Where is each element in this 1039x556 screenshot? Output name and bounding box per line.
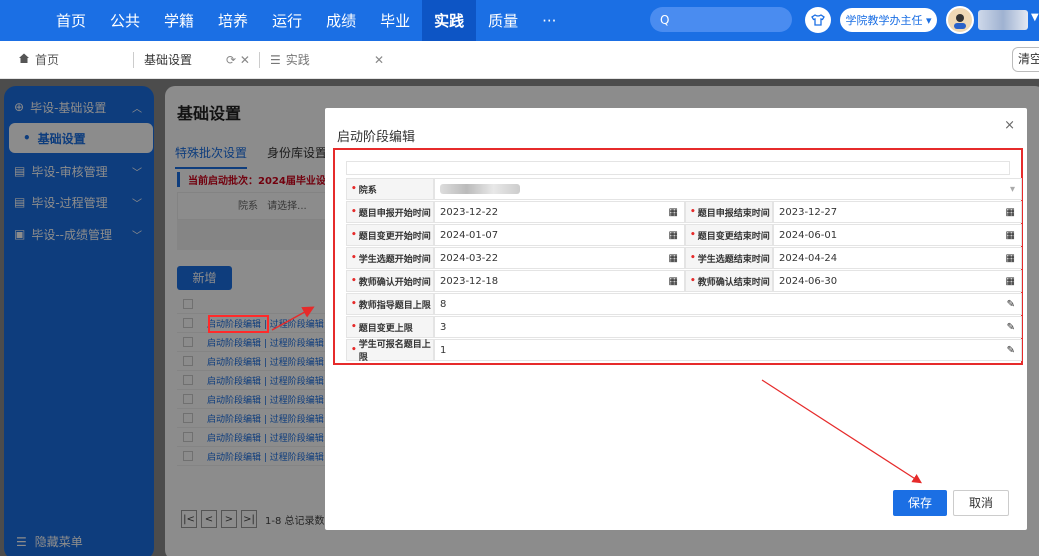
stage-edit-dialog: 启动阶段编辑 × • 院系 ▾ • 题目申报开始时间 2023-12-22 ▦ • 题目…: [325, 108, 1027, 530]
teacher-confirm-end-field[interactable]: 2024-06-30 ▦: [773, 270, 1022, 292]
change-max-field[interactable]: 3 ✎: [434, 316, 1022, 338]
tab-divider: [259, 52, 260, 68]
close-icon[interactable]: ✕: [240, 53, 250, 67]
search-input[interactable]: Q: [650, 7, 792, 32]
menu-lines-icon: ☰: [270, 52, 281, 67]
field-label: • 题目申报开始时间: [346, 201, 434, 223]
nav-item-graduation[interactable]: 毕业: [368, 0, 422, 41]
calendar-icon[interactable]: ▦: [1006, 207, 1015, 218]
user-name-blurred[interactable]: [978, 10, 1028, 30]
refresh-icon[interactable]: ⟳: [226, 53, 236, 67]
top-nav: 首页 公共 学籍 培养 运行 成绩 毕业 实践 质量 ··· Q 学院教学办主任…: [0, 0, 1039, 41]
form-row-dept: • 院系 ▾: [346, 178, 1022, 200]
tab-basic-controls: ⟳ ✕: [226, 53, 250, 67]
student-select-end-field[interactable]: 2024-04-24 ▦: [773, 247, 1022, 269]
dept-value-blurred: [440, 184, 520, 194]
pencil-icon[interactable]: ✎: [1007, 345, 1015, 356]
nav-item-practice[interactable]: 实践: [422, 0, 477, 41]
home-icon: [18, 52, 30, 67]
role-selector[interactable]: 学院教学办主任 ▾: [840, 8, 937, 32]
nav-item-status[interactable]: 学籍: [152, 0, 206, 41]
close-icon[interactable]: ✕: [374, 53, 384, 67]
avatar[interactable]: [946, 6, 974, 34]
nav-menu: 首页 公共 学籍 培养 运行 成绩 毕业 实践 质量 ···: [44, 0, 568, 41]
tab-practice[interactable]: ☰ 实践: [270, 51, 310, 68]
tab-home-label: 首页: [35, 53, 60, 67]
dept-select[interactable]: ▾: [434, 178, 1022, 200]
chevron-down-icon[interactable]: ▼: [1031, 12, 1039, 23]
student-max-field[interactable]: 1 ✎: [434, 339, 1022, 361]
nav-item-quality[interactable]: 质量: [476, 0, 530, 41]
annotation-form-frame: • 院系 ▾ • 题目申报开始时间 2023-12-22 ▦ • 题目申报结束时间 20…: [333, 148, 1023, 365]
form-spacer: [346, 161, 1010, 175]
form-row: • 学生选题开始时间 2024-03-22 ▦ • 学生选题结束时间 2024-04-…: [346, 247, 1022, 269]
form-row: • 教师确认开始时间 2023-12-18 ▦ • 教师确认结束时间 2024-06-…: [346, 270, 1022, 292]
nav-item-grades[interactable]: 成绩: [314, 0, 368, 41]
topic-change-start-field[interactable]: 2024-01-07 ▦: [434, 224, 685, 246]
pencil-icon[interactable]: ✎: [1007, 322, 1015, 333]
chevron-down-icon: ▾: [1009, 183, 1015, 195]
form-row: • 题目变更上限 3 ✎: [346, 316, 1022, 338]
field-label: • 教师指导题目上限: [346, 293, 434, 315]
teacher-max-field[interactable]: 8 ✎: [434, 293, 1022, 315]
field-label: • 题目变更上限: [346, 316, 434, 338]
dialog-title: 启动阶段编辑: [337, 130, 416, 145]
nav-item-public[interactable]: 公共: [98, 0, 152, 41]
form-row: • 学生可报名题目上限 1 ✎: [346, 339, 1022, 363]
topic-apply-start-field[interactable]: 2023-12-22 ▦: [434, 201, 685, 223]
skin-icon[interactable]: [805, 7, 831, 33]
tab-divider: [133, 52, 134, 68]
form-row: • 题目申报开始时间 2023-12-22 ▦ • 题目申报结束时间 2023-12-…: [346, 201, 1022, 223]
tab-home[interactable]: 首页: [18, 51, 59, 68]
nav-item-operation[interactable]: 运行: [260, 0, 314, 41]
form-row: • 教师指导题目上限 8 ✎: [346, 293, 1022, 315]
save-button[interactable]: 保存: [893, 490, 947, 516]
field-label: • 教师确认结束时间: [685, 270, 773, 292]
field-label: • 题目申报结束时间: [685, 201, 773, 223]
calendar-icon[interactable]: ▦: [1006, 230, 1015, 241]
tab-practice-label: 实践: [285, 53, 310, 67]
field-label: • 学生选题结束时间: [685, 247, 773, 269]
calendar-icon[interactable]: ▦: [669, 207, 678, 218]
field-label: • 题目变更结束时间: [685, 224, 773, 246]
annotation-highlight-box: [208, 315, 269, 333]
calendar-icon[interactable]: ▦: [1006, 253, 1015, 264]
close-icon[interactable]: ×: [1004, 118, 1015, 133]
calendar-icon[interactable]: ▦: [669, 253, 678, 264]
calendar-icon[interactable]: ▦: [669, 276, 678, 287]
field-label: • 院系: [346, 178, 434, 200]
field-label: • 教师确认开始时间: [346, 270, 434, 292]
cancel-button[interactable]: 取消: [953, 490, 1009, 516]
field-label: • 学生选题开始时间: [346, 247, 434, 269]
nav-more-button[interactable]: ···: [530, 0, 568, 41]
form-row: • 题目变更开始时间 2024-01-07 ▦ • 题目变更结束时间 2024-06-…: [346, 224, 1022, 246]
teacher-confirm-start-field[interactable]: 2023-12-18 ▦: [434, 270, 685, 292]
clear-tabs-button[interactable]: 清空: [1012, 47, 1039, 72]
field-label: • 题目变更开始时间: [346, 224, 434, 246]
tab-bar: 首页 基础设置 ⟳ ✕ ☰ 实践 ✕ 清空: [0, 41, 1039, 79]
nav-item-training[interactable]: 培养: [206, 0, 260, 41]
pencil-icon[interactable]: ✎: [1007, 299, 1015, 310]
field-label: • 学生可报名题目上限: [346, 339, 434, 363]
calendar-icon[interactable]: ▦: [1006, 276, 1015, 287]
topic-apply-end-field[interactable]: 2023-12-27 ▦: [773, 201, 1022, 223]
nav-item-home[interactable]: 首页: [44, 0, 98, 41]
student-select-start-field[interactable]: 2024-03-22 ▦: [434, 247, 685, 269]
search-icon: Q: [660, 12, 670, 27]
topic-change-end-field[interactable]: 2024-06-01 ▦: [773, 224, 1022, 246]
dept-label: 院系: [358, 185, 377, 196]
tab-basic-settings[interactable]: 基础设置: [144, 51, 192, 68]
calendar-icon[interactable]: ▦: [669, 230, 678, 241]
